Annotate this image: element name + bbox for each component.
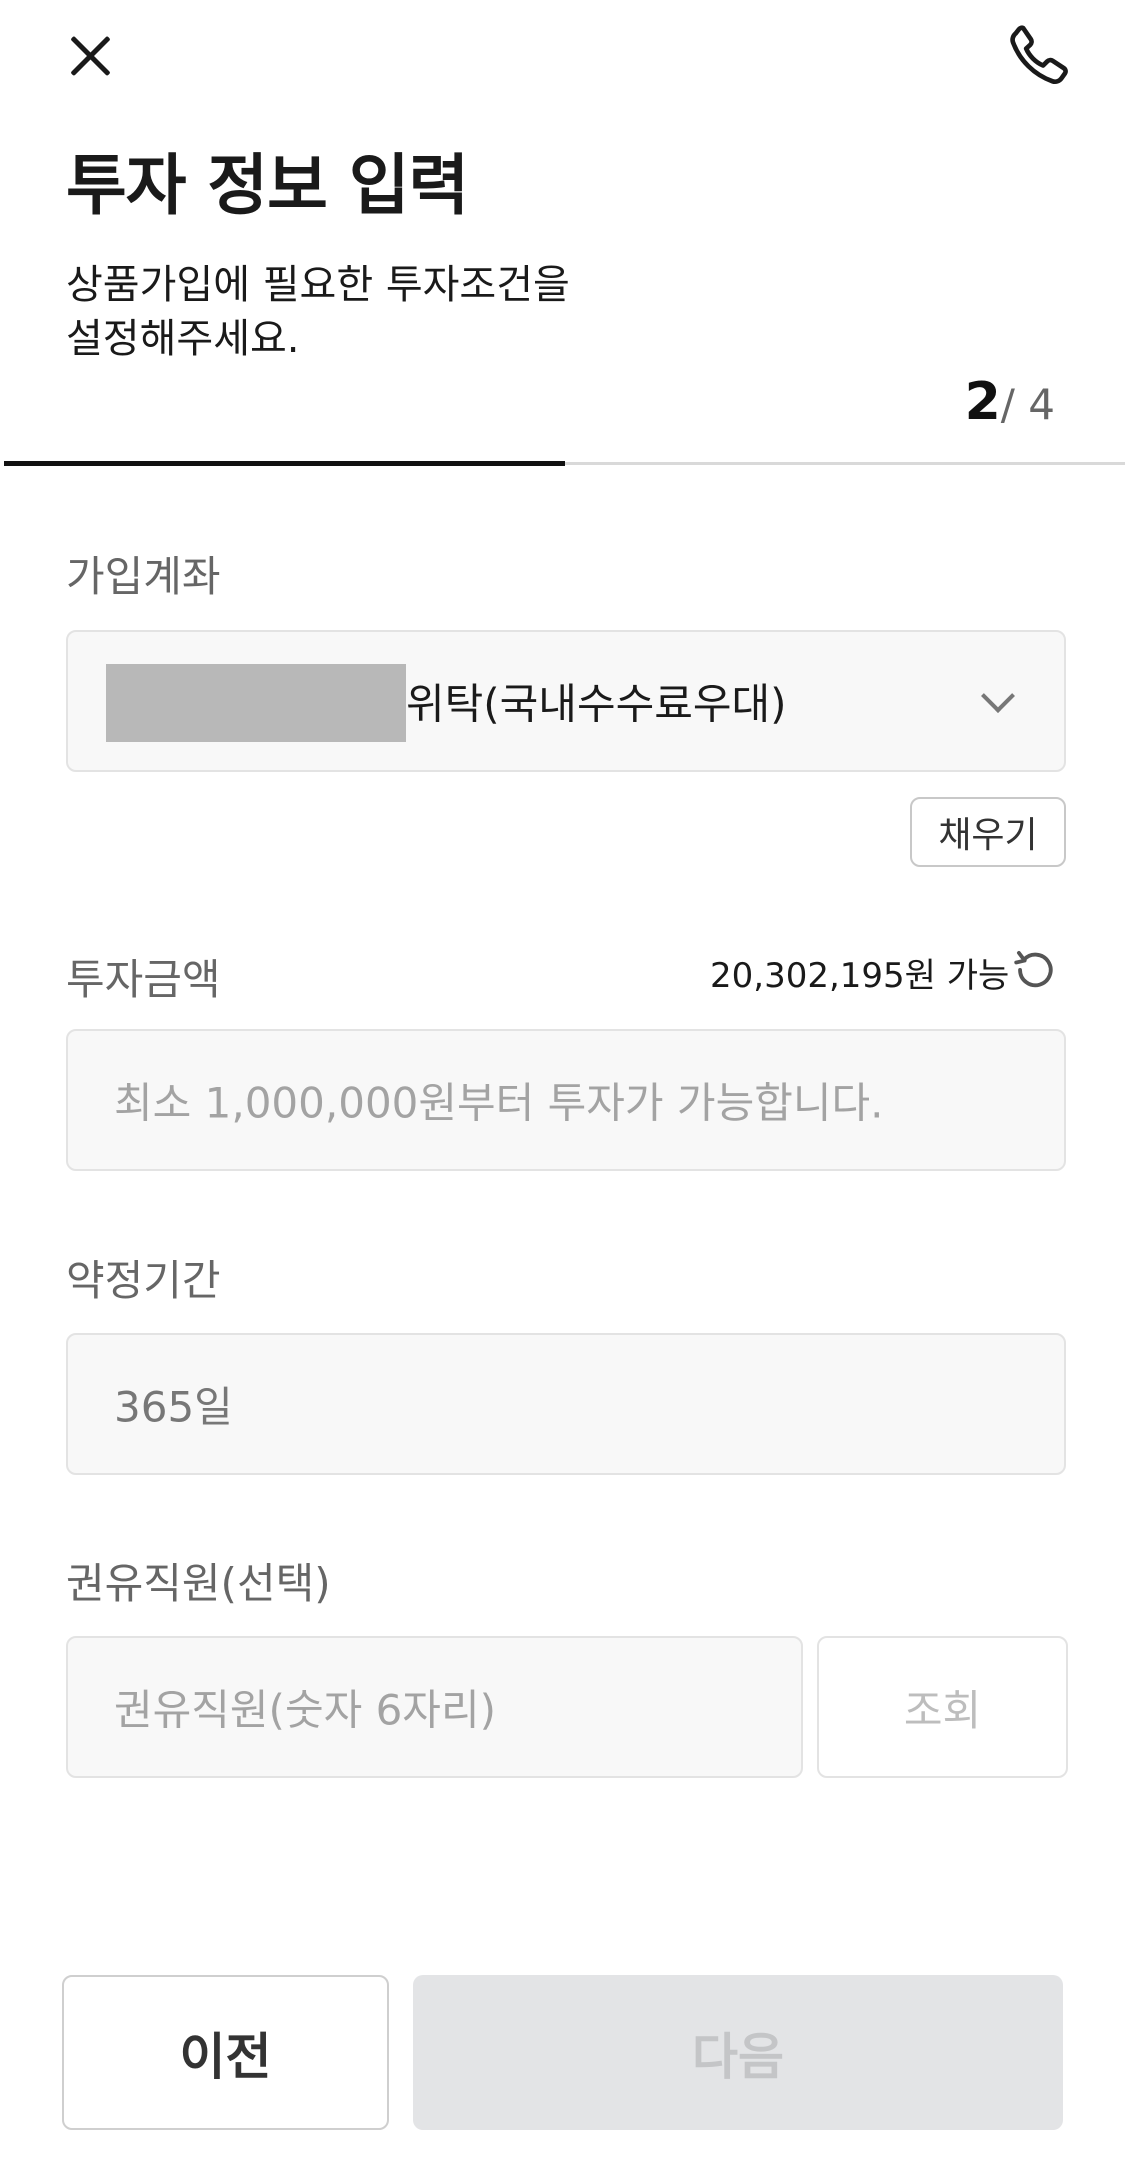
page-subtitle: 상품가입에 필요한 투자조건을 설정해주세요. xyxy=(66,262,570,362)
investment-info-screen: 투자 정보 입력 상품가입에 필요한 투자조건을 설정해주세요. 2/ 4 가입… xyxy=(0,0,1125,2163)
step-total: / 4 xyxy=(1000,380,1055,429)
amount-input[interactable]: 최소 1,000,000원부터 투자가 가능합니다. xyxy=(66,1029,1066,1171)
masked-account-number xyxy=(106,664,406,742)
close-icon[interactable] xyxy=(60,28,118,86)
recommender-placeholder: 권유직원(숫자 6자리) xyxy=(114,1685,496,1735)
step-indicator: 2/ 4 xyxy=(965,372,1055,432)
refresh-icon[interactable] xyxy=(1012,946,1058,992)
account-name: 위탁(국내수수료우대) xyxy=(406,679,787,729)
phone-icon[interactable] xyxy=(1004,20,1074,90)
fill-button[interactable]: 채우기 xyxy=(910,797,1066,867)
period-value: 365일 xyxy=(114,1382,233,1432)
page-title: 투자 정보 입력 xyxy=(66,147,469,224)
available-amount: 20,302,195원 가능 xyxy=(710,956,1010,996)
account-select[interactable]: 위탁(국내수수료우대) xyxy=(66,630,1066,772)
account-label: 가입계좌 xyxy=(66,552,221,601)
search-button[interactable]: 조회 xyxy=(817,1636,1068,1778)
amount-placeholder: 최소 1,000,000원부터 투자가 가능합니다. xyxy=(114,1078,884,1128)
period-label: 약정기간 xyxy=(66,1256,221,1305)
recommender-input[interactable]: 권유직원(숫자 6자리) xyxy=(66,1636,803,1778)
period-field: 365일 xyxy=(66,1333,1066,1475)
next-button[interactable]: 다음 xyxy=(413,1975,1063,2130)
progress-fill xyxy=(4,461,565,466)
step-current: 2 xyxy=(964,372,1001,432)
chevron-down-icon xyxy=(981,679,1015,713)
recommender-label: 권유직원(선택) xyxy=(66,1559,331,1608)
amount-label: 투자금액 xyxy=(66,955,221,1004)
prev-button[interactable]: 이전 xyxy=(62,1975,389,2130)
